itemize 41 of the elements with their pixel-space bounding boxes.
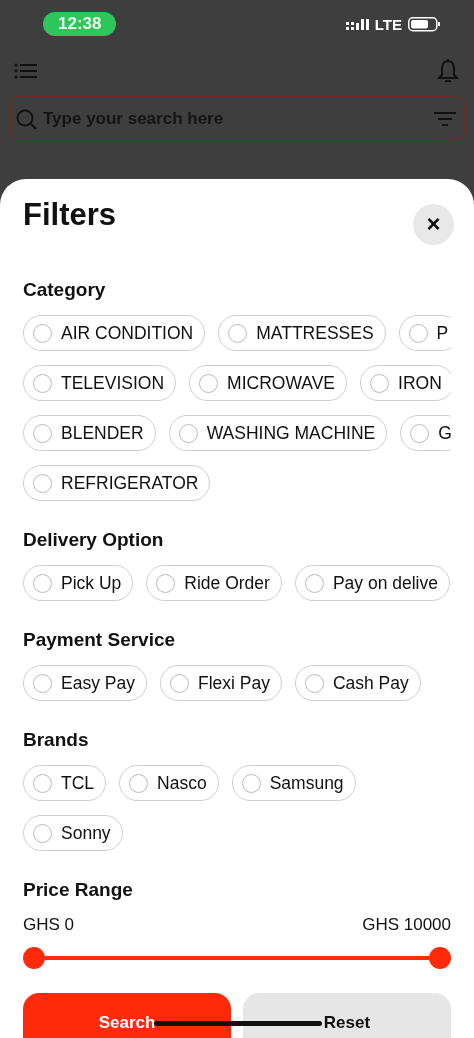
filter-chip[interactable]: Nasco xyxy=(119,765,219,801)
max-price-label: GHS 10000 xyxy=(362,915,451,935)
section-heading: Price Range xyxy=(23,879,134,901)
filter-chip[interactable]: Easy Pay xyxy=(23,665,147,701)
filter-chip[interactable]: IRON xyxy=(360,365,451,401)
section-heading: Category xyxy=(23,279,107,301)
filter-chip[interactable]: P xyxy=(398,315,451,351)
filter-chip[interactable]: TELEVISION xyxy=(23,365,177,401)
clock-time: 12:38 xyxy=(43,11,117,36)
min-price-label: GHS 0 xyxy=(23,915,75,935)
filter-chip[interactable]: TCL xyxy=(23,765,107,801)
filter-chip[interactable]: Samsung xyxy=(231,765,356,801)
filter-chip[interactable]: Ride Order xyxy=(146,565,282,601)
section-heading: Payment Service xyxy=(23,629,177,651)
filter-chip[interactable]: G xyxy=(400,415,451,451)
reset-button[interactable]: Reset xyxy=(243,993,451,1038)
slider-thumb[interactable] xyxy=(429,947,451,969)
menu-icon[interactable] xyxy=(14,62,37,80)
filter-chip[interactable]: AIR CONDITION xyxy=(23,315,206,351)
battery-icon xyxy=(408,16,440,32)
filter-chip[interactable]: MICROWAVE xyxy=(189,365,347,401)
close-button[interactable]: × xyxy=(413,203,454,245)
filter-icon[interactable] xyxy=(434,111,456,127)
filter-chip[interactable]: Pay on delive xyxy=(294,565,450,601)
filter-chip[interactable]: Cash Pay xyxy=(294,665,421,701)
sheet-title: Filters xyxy=(23,197,117,233)
filter-chip[interactable]: WASHING MACHINE xyxy=(168,415,388,451)
section-heading: Delivery Option xyxy=(23,529,165,551)
filter-chip[interactable]: Sonny xyxy=(23,815,123,851)
slider-thumb[interactable] xyxy=(23,947,45,969)
filter-chip[interactable]: Pick Up xyxy=(23,565,134,601)
search-icon xyxy=(16,108,37,130)
filter-chip[interactable]: REFRIGERATOR xyxy=(23,465,211,501)
search-button[interactable]: Search xyxy=(23,993,231,1038)
filter-chip[interactable]: Flexi Pay xyxy=(159,665,282,701)
section-heading: Brands xyxy=(23,729,90,751)
filter-chip[interactable]: BLENDER xyxy=(23,415,156,451)
bell-icon[interactable] xyxy=(437,59,459,83)
filter-chip[interactable]: MATTRESSES xyxy=(218,315,386,351)
network-label: LTE xyxy=(374,15,402,33)
signal-icon xyxy=(345,18,369,30)
